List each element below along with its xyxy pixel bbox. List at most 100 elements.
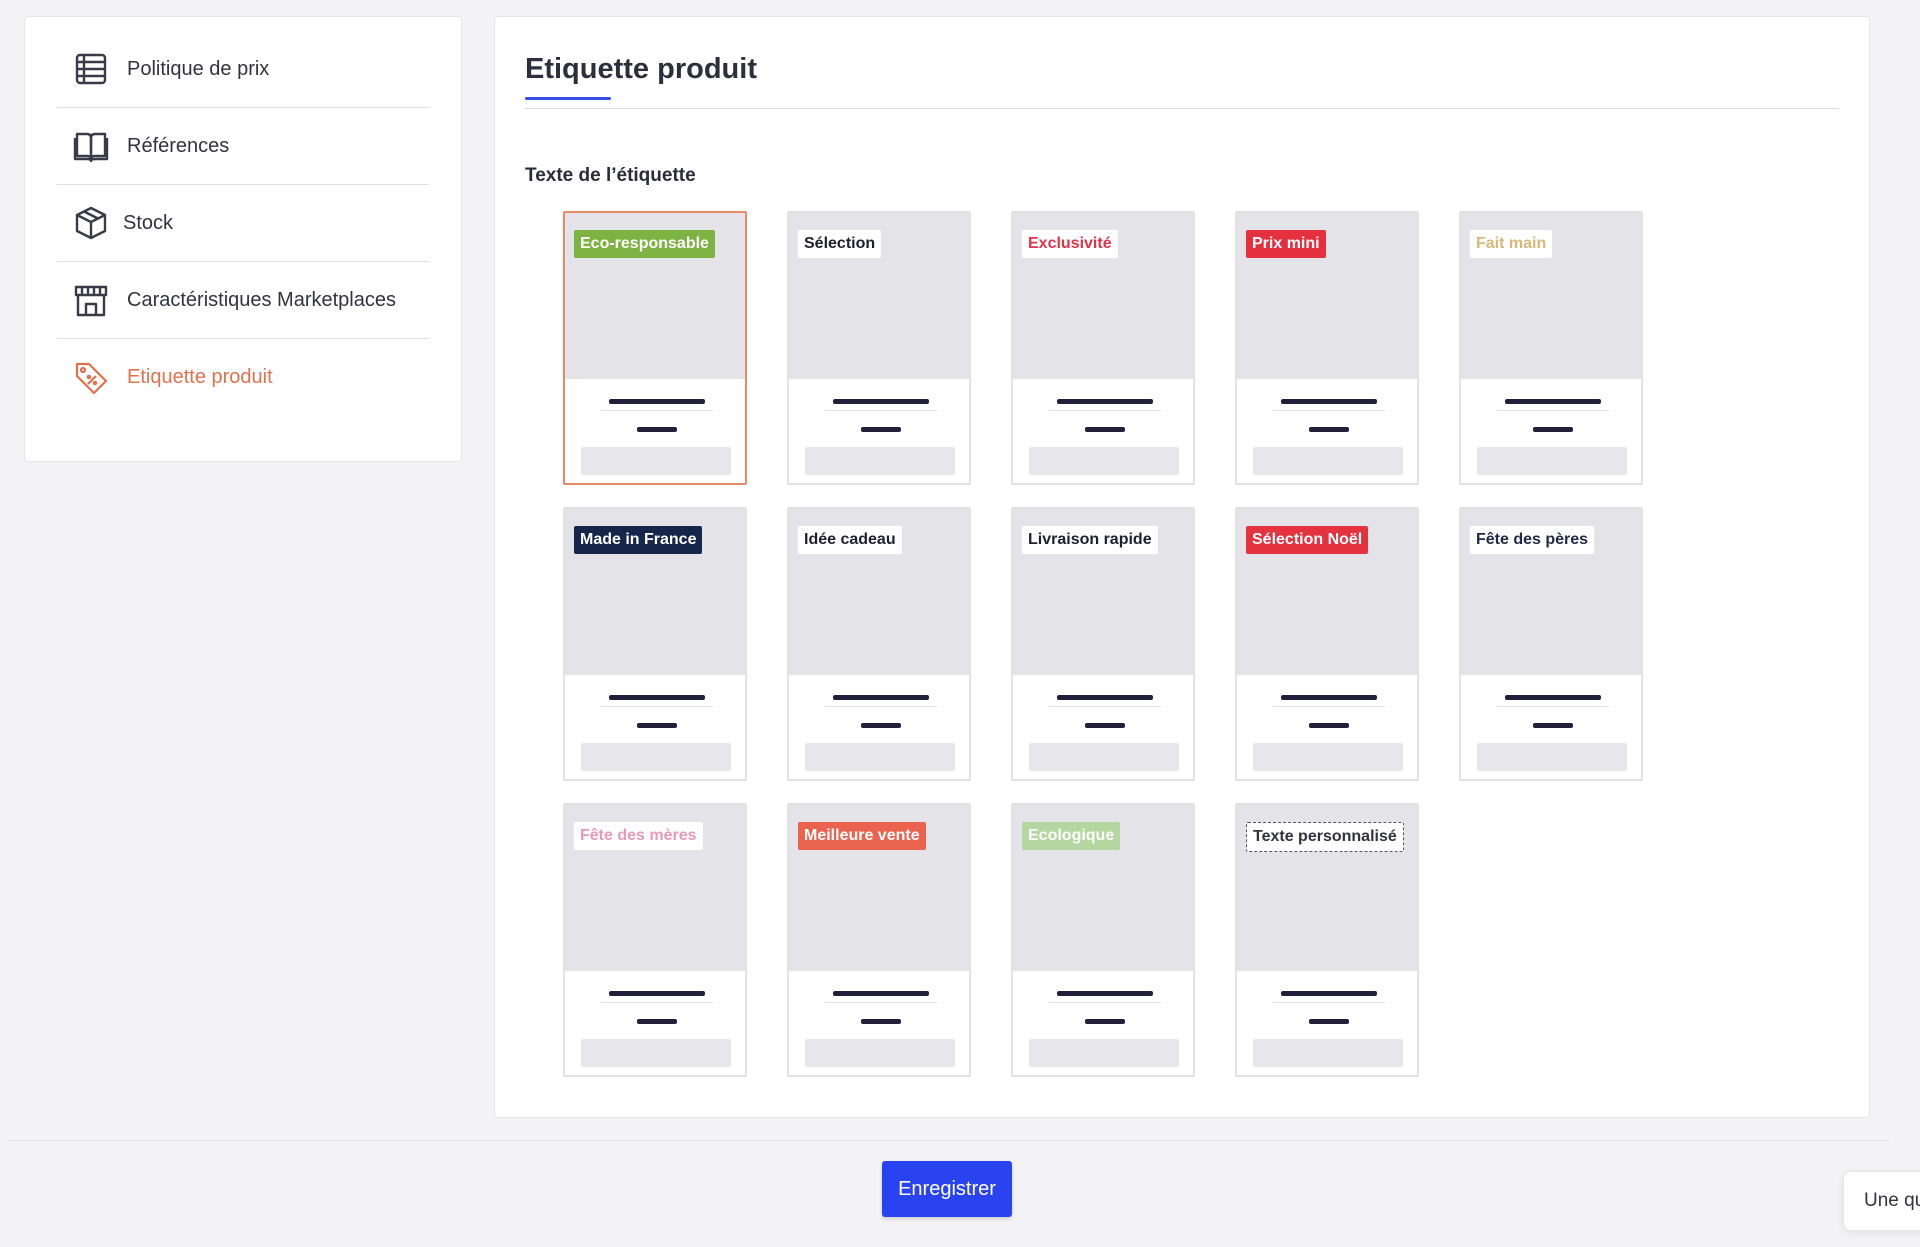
chat-widget-bubble[interactable]: Une qu — [1843, 1171, 1920, 1231]
label-option-card[interactable]: Texte personnalisé — [1235, 803, 1419, 1077]
separator-line — [601, 706, 713, 707]
separator-line — [1497, 706, 1609, 707]
label-option-card[interactable]: Eco-responsable — [563, 211, 747, 485]
footer-divider — [8, 1140, 1890, 1141]
product-title-placeholder — [1505, 695, 1601, 700]
page-title[interactable]: Etiquette produit — [525, 53, 757, 86]
product-price-placeholder — [861, 1019, 901, 1024]
separator-line — [1273, 706, 1385, 707]
tag-icon — [73, 360, 109, 396]
label-badge: Made in France — [574, 526, 703, 554]
product-price-placeholder — [1533, 427, 1573, 432]
label-badge: Fête des mères — [574, 822, 703, 850]
label-badge: Meilleure vente — [798, 822, 926, 850]
section-label: Texte de l’étiquette — [525, 165, 696, 186]
product-title-placeholder — [609, 991, 705, 996]
label-badge: Fait main — [1470, 230, 1553, 258]
product-title-placeholder — [1057, 991, 1153, 996]
separator-line — [825, 1002, 937, 1003]
product-title-placeholder — [609, 695, 705, 700]
product-price-placeholder — [637, 1019, 677, 1024]
separator-line — [1049, 410, 1161, 411]
product-title-placeholder — [1057, 695, 1153, 700]
separator-line — [601, 1002, 713, 1003]
product-button-placeholder — [1253, 1039, 1403, 1067]
label-options-grid: Eco-responsable Sélection Exclusivité Prix … — [563, 211, 1643, 1077]
label-option-card[interactable]: Meilleure vente — [787, 803, 971, 1077]
box-icon — [73, 205, 109, 241]
product-button-placeholder — [1477, 743, 1627, 771]
sidebar-item-label: Références — [127, 134, 230, 157]
label-badge: Eco-responsable — [574, 230, 715, 258]
sidebar-item-label: Stock — [123, 211, 174, 234]
settings-sidebar: Politique de prix Références Stock Carac… — [24, 16, 462, 462]
label-badge: Exclusivité — [1022, 230, 1118, 258]
product-button-placeholder — [1029, 447, 1179, 475]
separator-line — [1273, 1002, 1385, 1003]
product-button-placeholder — [581, 447, 731, 475]
product-button-placeholder — [1253, 743, 1403, 771]
save-button[interactable]: Enregistrer — [882, 1161, 1012, 1217]
sidebar-item-label: Politique de prix — [127, 57, 270, 80]
sidebar-item-etiquette-produit[interactable]: Etiquette produit — [57, 339, 429, 416]
product-button-placeholder — [581, 743, 731, 771]
separator-line — [1049, 1002, 1161, 1003]
label-badge: Sélection — [798, 230, 882, 258]
product-button-placeholder — [1253, 447, 1403, 475]
sidebar-item-stock[interactable]: Stock — [57, 185, 429, 262]
storefront-icon — [73, 282, 109, 318]
label-badge: Fête des pères — [1470, 526, 1595, 554]
separator-line — [1497, 410, 1609, 411]
product-title-placeholder — [1281, 991, 1377, 996]
label-badge: Livraison rapide — [1022, 526, 1158, 554]
label-option-card[interactable]: Fête des mères — [563, 803, 747, 1077]
product-price-placeholder — [1085, 427, 1125, 432]
sidebar-item-caracteristiques-marketplaces[interactable]: Caractéristiques Marketplaces — [57, 262, 429, 339]
label-badge: Sélection Noël — [1246, 526, 1369, 554]
product-title-placeholder — [1505, 399, 1601, 404]
label-option-card[interactable]: Fait main — [1459, 211, 1643, 485]
active-tab-indicator — [525, 97, 611, 100]
label-option-card[interactable]: Ecologique — [1011, 803, 1195, 1077]
product-price-placeholder — [637, 427, 677, 432]
label-badge: Prix mini — [1246, 230, 1326, 258]
product-title-placeholder — [1281, 399, 1377, 404]
product-price-placeholder — [861, 723, 901, 728]
product-price-placeholder — [1085, 723, 1125, 728]
separator-line — [1273, 410, 1385, 411]
product-button-placeholder — [805, 743, 955, 771]
label-option-card[interactable]: Fête des pères — [1459, 507, 1643, 781]
sidebar-item-label: Caractéristiques Marketplaces — [127, 288, 396, 311]
sidebar-item-label: Etiquette produit — [127, 366, 273, 388]
sidebar-item-references[interactable]: Références — [57, 108, 429, 185]
sidebar-item-politique-de-prix[interactable]: Politique de prix — [57, 31, 429, 108]
tab-header: Etiquette produit — [525, 17, 1839, 109]
separator-line — [825, 706, 937, 707]
separator-line — [825, 410, 937, 411]
product-title-placeholder — [1281, 695, 1377, 700]
label-option-card[interactable]: Sélection — [787, 211, 971, 485]
product-title-placeholder — [833, 991, 929, 996]
label-option-card[interactable]: Livraison rapide — [1011, 507, 1195, 781]
product-button-placeholder — [1477, 447, 1627, 475]
product-button-placeholder — [1029, 1039, 1179, 1067]
database-icon — [73, 51, 109, 87]
product-title-placeholder — [609, 399, 705, 404]
product-price-placeholder — [1085, 1019, 1125, 1024]
product-button-placeholder — [805, 1039, 955, 1067]
open-book-icon — [73, 128, 109, 164]
label-option-card[interactable]: Exclusivité — [1011, 211, 1195, 485]
product-button-placeholder — [805, 447, 955, 475]
product-price-placeholder — [1533, 723, 1573, 728]
product-title-placeholder — [833, 399, 929, 404]
separator-line — [1049, 706, 1161, 707]
product-price-placeholder — [1309, 427, 1349, 432]
product-button-placeholder — [1029, 743, 1179, 771]
label-option-card[interactable]: Prix mini — [1235, 211, 1419, 485]
label-badge: Idée cadeau — [798, 526, 902, 554]
product-price-placeholder — [1309, 1019, 1349, 1024]
label-option-card[interactable]: Made in France — [563, 507, 747, 781]
label-badge: Texte personnalisé — [1246, 822, 1404, 852]
label-option-card[interactable]: Idée cadeau — [787, 507, 971, 781]
label-option-card[interactable]: Sélection Noël — [1235, 507, 1419, 781]
